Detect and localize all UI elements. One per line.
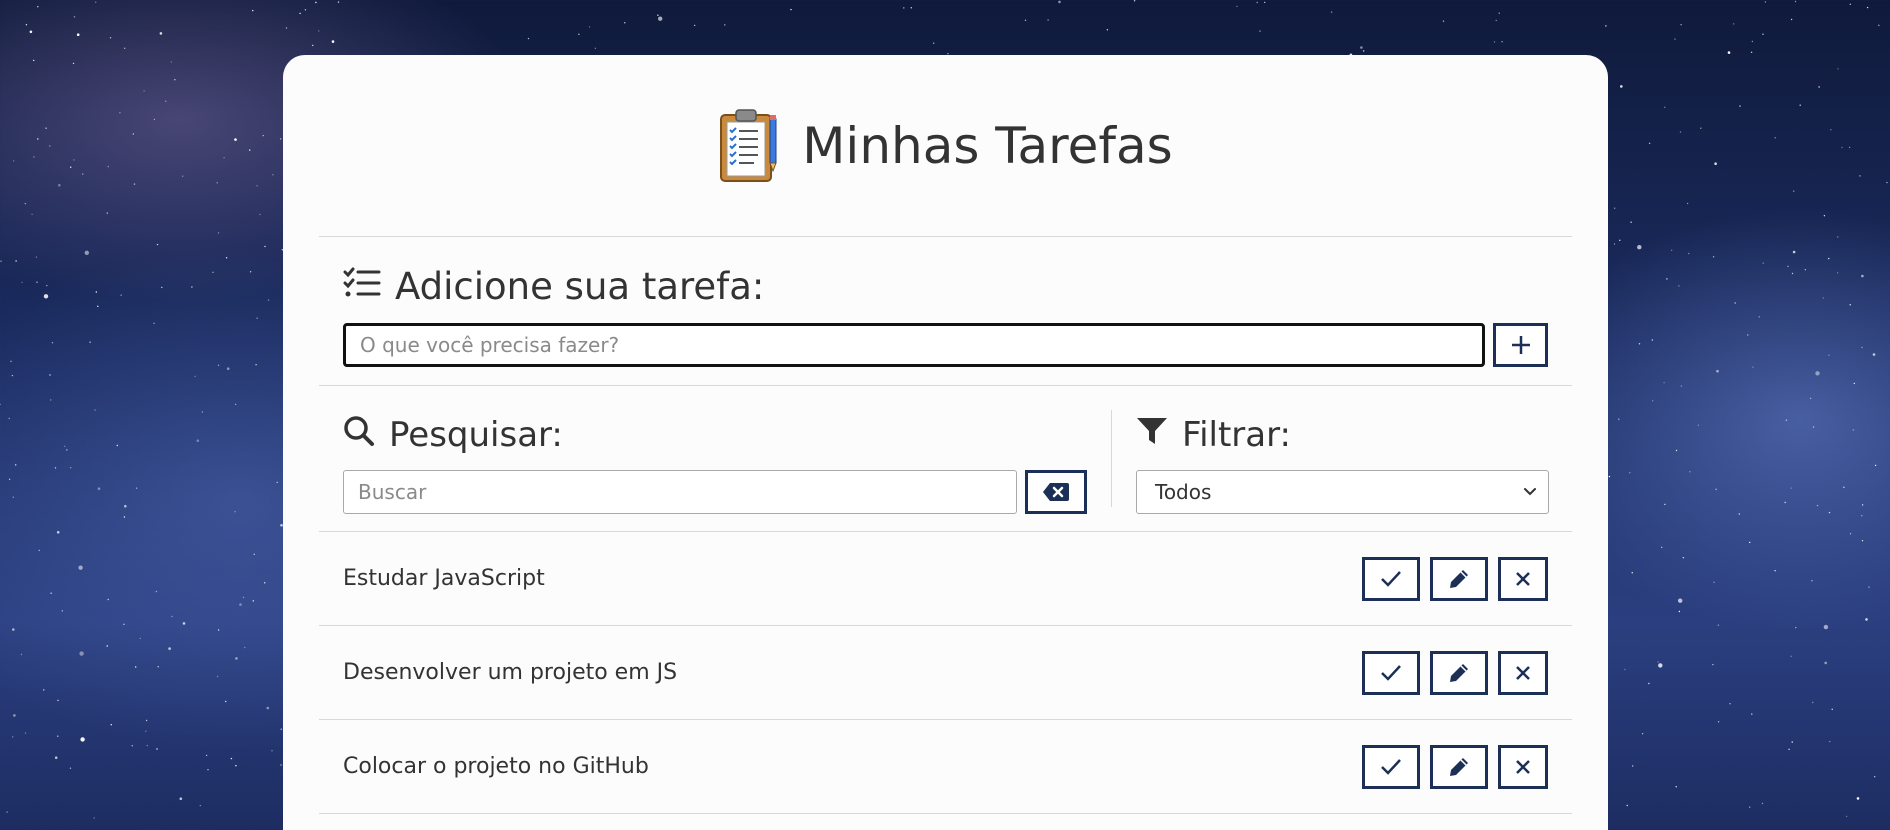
check-icon — [1380, 758, 1402, 776]
todo-input[interactable] — [343, 323, 1485, 367]
check-icon — [1380, 664, 1402, 682]
todo-item: Desenvolver um projeto em JS — [319, 626, 1572, 720]
search-input[interactable] — [343, 470, 1017, 514]
add-todo-form — [343, 323, 1548, 367]
close-icon — [1514, 664, 1532, 682]
todo-text: Desenvolver um projeto em JS — [343, 660, 678, 685]
finish-todo-button[interactable] — [1362, 650, 1420, 695]
todo-actions — [1362, 556, 1548, 601]
edit-todo-button[interactable] — [1430, 744, 1488, 789]
pencil-icon — [1447, 661, 1471, 685]
checklist-icon — [343, 265, 381, 308]
check-icon — [1380, 570, 1402, 588]
todo-list: Estudar JavaScript Desenvolver um projet… — [319, 532, 1572, 814]
toolbar-section: Pesquisar: Buscar Filtrar: Todos — [319, 386, 1572, 532]
clipboard-icon — [718, 107, 780, 185]
page-header: Minhas Tarefas — [319, 55, 1572, 237]
todo-text: Colocar o projeto no GitHub — [343, 754, 649, 779]
chevron-down-icon — [1522, 480, 1538, 504]
backspace-icon — [1042, 482, 1070, 502]
pencil-icon — [1447, 567, 1471, 591]
remove-todo-button[interactable] — [1498, 744, 1548, 789]
pencil-icon — [1447, 755, 1471, 779]
edit-todo-button[interactable] — [1430, 556, 1488, 601]
todo-card: Minhas Tarefas Adicione sua tarefa: O qu… — [283, 55, 1608, 830]
add-todo-button[interactable] — [1493, 323, 1548, 367]
todo-actions — [1362, 650, 1548, 695]
plus-icon — [1510, 334, 1532, 356]
todo-actions — [1362, 744, 1548, 789]
filter-block: Filtrar: Todos — [1112, 410, 1549, 514]
page-title: Minhas Tarefas — [802, 116, 1173, 175]
add-todo-section: Adicione sua tarefa: — [319, 237, 1572, 386]
finish-todo-button[interactable] — [1362, 744, 1420, 789]
remove-todo-button[interactable] — [1498, 650, 1548, 695]
filter-heading: Filtrar: — [1136, 410, 1549, 460]
clear-search-button[interactable] — [1025, 470, 1087, 514]
filter-selected-value: Todos — [1155, 480, 1212, 504]
search-label: Pesquisar: — [389, 415, 563, 455]
filter-label: Filtrar: — [1182, 415, 1291, 455]
search-block: Pesquisar: — [343, 410, 1112, 514]
funnel-icon — [1136, 415, 1168, 455]
close-icon — [1514, 758, 1532, 776]
add-todo-label: Adicione sua tarefa: — [395, 264, 765, 308]
add-todo-heading: Adicione sua tarefa: — [343, 261, 1548, 311]
edit-todo-button[interactable] — [1430, 650, 1488, 695]
todo-text: Estudar JavaScript — [343, 566, 545, 591]
magnifier-icon — [343, 415, 375, 456]
search-form — [343, 470, 1087, 514]
search-heading: Pesquisar: — [343, 410, 1087, 460]
filter-select[interactable]: Todos — [1136, 470, 1549, 514]
todo-item: Estudar JavaScript — [319, 532, 1572, 626]
close-icon — [1514, 570, 1532, 588]
remove-todo-button[interactable] — [1498, 556, 1548, 601]
todo-item: Colocar o projeto no GitHub — [319, 720, 1572, 814]
finish-todo-button[interactable] — [1362, 556, 1420, 601]
